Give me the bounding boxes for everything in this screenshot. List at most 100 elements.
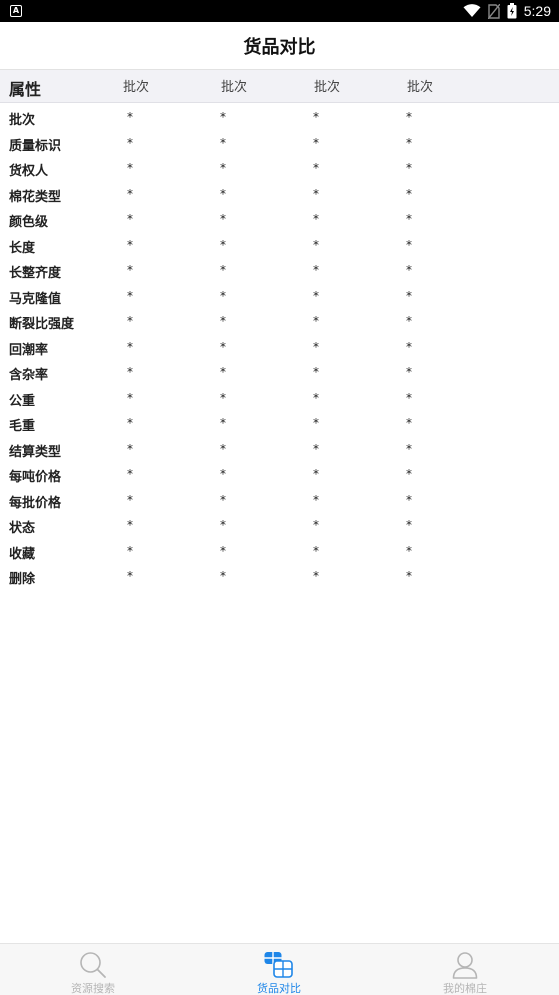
- nav-label-compare: 货品对比: [257, 982, 301, 995]
- row-value: *: [313, 110, 319, 124]
- row-value: *: [406, 339, 412, 354]
- row-label: 断裂比强度: [9, 317, 75, 332]
- row-value: *: [406, 467, 412, 481]
- row-value: *: [127, 441, 133, 456]
- row-value: *: [127, 212, 133, 226]
- row-value: *: [313, 237, 319, 252]
- row-value: *: [313, 186, 319, 201]
- row-value: *: [406, 441, 412, 456]
- table-row: 颜色级 * * * *: [0, 206, 559, 231]
- row-value: *: [406, 543, 412, 558]
- table-row: 每批价格 * * * *: [0, 487, 559, 512]
- row-value: *: [127, 365, 133, 379]
- row-value: *: [406, 135, 412, 150]
- row-value: *: [313, 314, 319, 328]
- row-label: 货权人: [9, 164, 49, 179]
- batch-column-header-2: 批次: [221, 80, 248, 95]
- table-row: 公重 * * * *: [0, 385, 559, 410]
- attribute-header: 属性: [9, 80, 42, 99]
- row-value: *: [406, 288, 412, 303]
- row-value: *: [313, 441, 319, 456]
- row-label: 长度: [9, 240, 36, 256]
- table-row: 质量标识 * * * *: [0, 130, 559, 155]
- row-value: *: [406, 237, 412, 252]
- table-row: 长度 * * * *: [0, 232, 559, 257]
- row-value: *: [220, 263, 226, 277]
- row-label: 马克隆值: [9, 291, 62, 307]
- row-value: *: [406, 365, 412, 379]
- row-value: *: [406, 492, 412, 507]
- search-icon: [80, 952, 106, 978]
- bottom-nav: 资源搜索 货品对比 我的棉庄: [0, 943, 559, 995]
- row-value: *: [220, 390, 226, 405]
- row-value: *: [220, 110, 226, 124]
- row-value: *: [220, 467, 226, 481]
- row-label: 状态: [9, 521, 36, 536]
- row-value: *: [313, 543, 319, 558]
- row-value: *: [313, 390, 319, 405]
- row-label: 删除: [9, 572, 36, 587]
- table-row: 每吨价格 * * * *: [0, 461, 559, 486]
- row-value: *: [406, 212, 412, 226]
- row-value: *: [406, 110, 412, 124]
- row-value: *: [127, 237, 133, 252]
- row-value: *: [406, 186, 412, 201]
- table-row: 长整齐度 * * * *: [0, 257, 559, 282]
- wifi-icon: [463, 4, 481, 17]
- table-row: 收藏 * * * *: [0, 538, 559, 563]
- row-value: *: [127, 186, 133, 201]
- row-label: 棉花类型: [9, 189, 62, 205]
- row-value: *: [313, 365, 319, 379]
- row-value: *: [127, 543, 133, 558]
- row-label: 批次: [9, 113, 36, 128]
- table-header: 属性 批次 批次 批次 批次: [0, 70, 559, 103]
- row-value: *: [127, 467, 133, 481]
- row-value: *: [313, 161, 319, 175]
- row-label: 质量标识: [9, 138, 62, 154]
- row-value: *: [127, 110, 133, 124]
- row-value: *: [313, 288, 319, 303]
- row-value: *: [220, 518, 226, 532]
- row-value: *: [313, 492, 319, 507]
- row-label: 每批价格: [9, 495, 62, 511]
- row-value: *: [313, 416, 319, 430]
- row-label: 颜色级: [9, 215, 49, 230]
- row-value: *: [127, 518, 133, 532]
- row-label: 毛重: [9, 419, 36, 434]
- row-value: *: [406, 161, 412, 175]
- status-icons: 5:29: [463, 2, 551, 20]
- row-value: *: [406, 416, 412, 430]
- row-value: *: [127, 135, 133, 150]
- row-value: *: [406, 518, 412, 532]
- table-row: 结算类型 * * * *: [0, 436, 559, 461]
- nav-item-search[interactable]: 资源搜索: [0, 944, 186, 995]
- row-value: *: [220, 543, 226, 558]
- row-value: *: [220, 314, 226, 328]
- nav-item-profile[interactable]: 我的棉庄: [372, 944, 558, 995]
- row-label: 公重: [9, 393, 36, 409]
- row-value: *: [220, 135, 226, 150]
- nav-item-compare[interactable]: 货品对比: [186, 944, 372, 995]
- page-title: 货品对比: [243, 36, 316, 58]
- table-row: 棉花类型 * * * *: [0, 181, 559, 206]
- row-value: *: [127, 390, 133, 405]
- row-value: *: [220, 365, 226, 379]
- notification-icon: A: [10, 5, 22, 17]
- row-value: *: [220, 441, 226, 456]
- row-value: *: [127, 288, 133, 303]
- row-value: *: [406, 263, 412, 277]
- row-label: 回潮率: [9, 342, 49, 358]
- row-value: *: [127, 263, 133, 277]
- row-label: 收藏: [9, 546, 36, 562]
- row-value: *: [127, 339, 133, 354]
- row-value: *: [406, 569, 412, 583]
- row-value: *: [127, 569, 133, 583]
- row-value: *: [220, 186, 226, 201]
- row-value: *: [313, 569, 319, 583]
- row-value: *: [313, 212, 319, 226]
- row-value: *: [127, 416, 133, 430]
- batch-column-header-1: 批次: [123, 80, 150, 95]
- row-value: *: [313, 339, 319, 354]
- user-icon: [452, 952, 478, 979]
- compare-icon: [264, 952, 293, 978]
